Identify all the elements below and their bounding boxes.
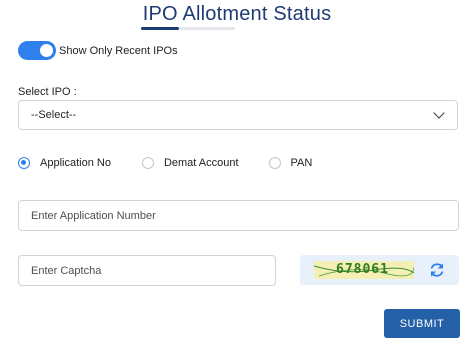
radio-option-demat-account[interactable]: Demat Account — [141, 157, 239, 169]
captcha-code: 678061 — [336, 262, 389, 277]
ipo-allotment-page: IPO Allotment Status Show Only Recent IP… — [0, 0, 474, 341]
search-type-radio-group: Application No Demat Account PAN — [18, 157, 312, 169]
recent-ipos-toggle-label: Show Only Recent IPOs — [59, 44, 178, 57]
toggle-knob — [40, 44, 53, 57]
captcha-box: 678061 — [300, 255, 459, 285]
refresh-icon[interactable] — [428, 261, 446, 279]
radio-button-pan[interactable] — [268, 157, 281, 169]
radio-label-application-no: Application No — [40, 157, 111, 169]
radio-label-pan: PAN — [290, 157, 313, 169]
recent-ipos-toggle-row: Show Only Recent IPOs — [18, 41, 178, 60]
chevron-down-icon — [433, 107, 445, 119]
select-ipo-label: Select IPO : — [18, 86, 77, 98]
page-title: IPO Allotment Status — [142, 3, 332, 25]
radio-option-pan[interactable]: PAN — [268, 157, 313, 169]
captcha-image: 678061 — [314, 261, 414, 279]
title-underline — [141, 27, 235, 30]
radio-button-application-no[interactable] — [18, 157, 30, 169]
submit-button[interactable]: SUBMIT — [384, 309, 460, 338]
title-underline-accent — [141, 27, 179, 30]
application-number-input[interactable] — [18, 200, 459, 231]
radio-button-demat-account[interactable] — [141, 157, 154, 169]
ipo-select-value: --Select-- — [31, 109, 77, 121]
recent-ipos-toggle[interactable] — [18, 41, 56, 60]
captcha-input[interactable] — [18, 255, 276, 286]
radio-label-demat-account: Demat Account — [163, 157, 239, 169]
radio-option-application-no[interactable]: Application No — [18, 157, 111, 169]
ipo-select[interactable]: --Select-- — [18, 100, 458, 130]
